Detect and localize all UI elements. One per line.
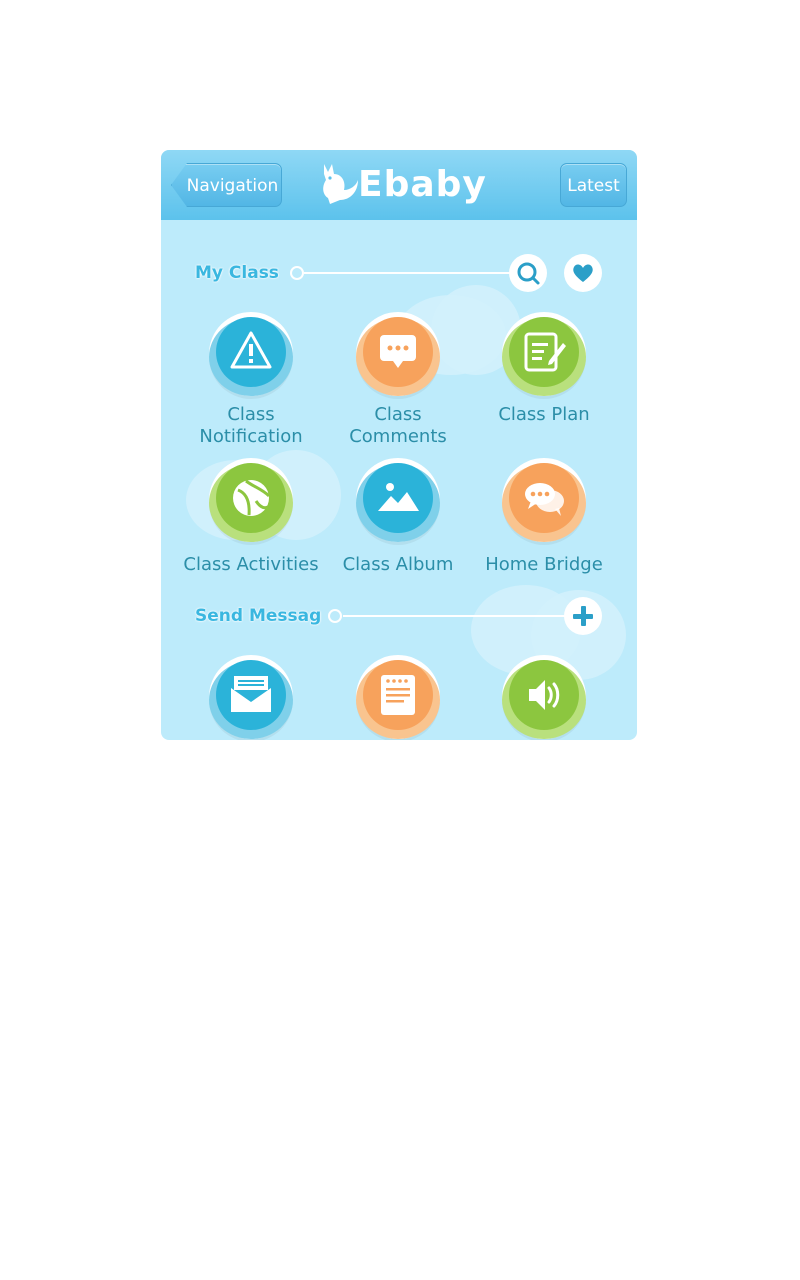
- notepad-icon: [381, 675, 415, 715]
- section-divider: [343, 615, 565, 617]
- search-button[interactable]: [509, 254, 547, 292]
- edit-note-icon: [524, 332, 566, 372]
- notepad-icon-circle: [363, 660, 433, 730]
- image-icon: [378, 483, 419, 511]
- class-notification-label: Class Notification: [199, 404, 303, 447]
- ball-icon: [233, 479, 271, 516]
- home-bridge-icon-circle: [509, 463, 579, 533]
- chat-bubble-icon: [380, 335, 416, 368]
- home-bridge-label: Home Bridge: [485, 554, 603, 575]
- speaker-icon: [529, 680, 560, 710]
- divider-dot: [290, 266, 304, 280]
- voice-icon-circle: [509, 660, 579, 730]
- alert-icon: [230, 331, 272, 369]
- plus-icon: [573, 606, 593, 626]
- mail-icon: [231, 676, 271, 712]
- comments-icon-circle: [363, 317, 433, 387]
- favorite-button[interactable]: [564, 254, 602, 292]
- notification-icon-circle: [216, 317, 286, 387]
- my-class-title: My Class: [195, 263, 279, 283]
- ebaby-logo: Ebaby: [316, 160, 486, 212]
- heart-icon: [573, 264, 593, 282]
- search-icon: [517, 262, 540, 285]
- kangaroo-icon: [323, 164, 358, 204]
- add-message-button[interactable]: [564, 597, 602, 635]
- class-album-label: Class Album: [342, 554, 454, 575]
- plan-icon-circle: [509, 317, 579, 387]
- conversation-icon: [525, 483, 564, 516]
- class-plan-label: Class Plan: [498, 404, 590, 425]
- app-screen: Navigation Ebaby Latest My Class Class N…: [161, 150, 637, 740]
- header-bar: Navigation Ebaby Latest: [161, 150, 637, 220]
- navigation-back-button[interactable]: Navigation: [171, 163, 282, 207]
- section-divider: [304, 272, 519, 274]
- latest-button[interactable]: Latest: [560, 163, 627, 207]
- divider-dot: [328, 609, 342, 623]
- class-activities-label: Class Activities: [183, 554, 319, 575]
- logo-text: Ebaby: [358, 164, 487, 205]
- activities-icon-circle: [216, 463, 286, 533]
- album-icon-circle: [363, 463, 433, 533]
- class-comments-label: Class Comments: [349, 404, 447, 447]
- mail-icon-circle: [216, 660, 286, 730]
- send-message-title: Send Messag: [195, 606, 322, 626]
